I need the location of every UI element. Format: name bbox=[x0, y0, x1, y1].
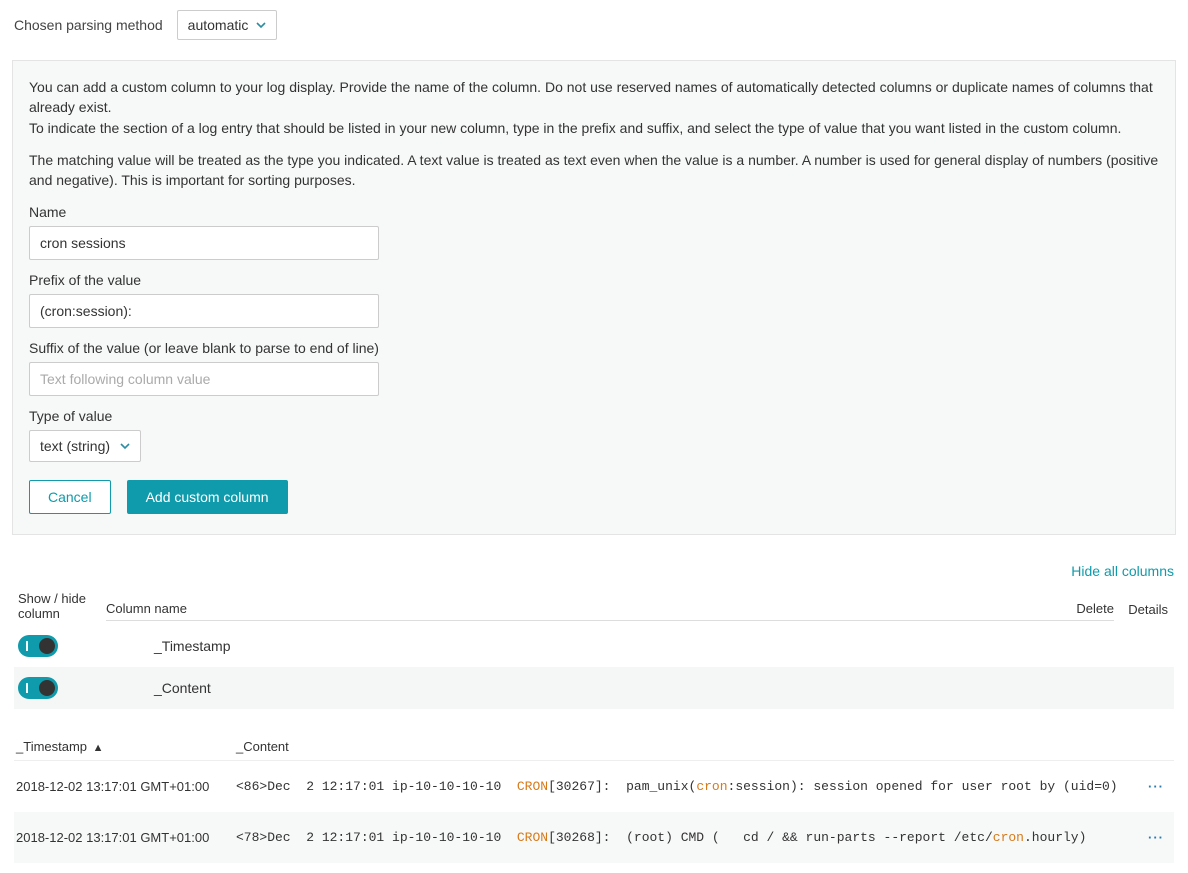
log-row: 2018-12-02 13:17:01 GMT+01:00<78>Dec 2 1… bbox=[14, 812, 1174, 863]
sort-asc-icon: ▲ bbox=[93, 742, 104, 754]
cancel-button[interactable]: Cancel bbox=[29, 480, 111, 514]
help-p2: To indicate the section of a log entry t… bbox=[29, 120, 1121, 136]
log-row-actions-icon[interactable]: ··· bbox=[1134, 779, 1174, 794]
log-header-timestamp[interactable]: _Timestamp bbox=[16, 739, 87, 754]
type-label: Type of value bbox=[29, 408, 1159, 424]
log-content: <86>Dec 2 12:17:01 ip-10-10-10-10 CRON[3… bbox=[228, 779, 1134, 794]
type-select[interactable]: text (string) bbox=[29, 430, 141, 462]
column-name: _Timestamp bbox=[106, 638, 1054, 654]
column-row: _Timestamp bbox=[14, 625, 1174, 667]
column-row: _Content bbox=[14, 667, 1174, 709]
log-timestamp: 2018-12-02 13:17:01 GMT+01:00 bbox=[14, 830, 228, 845]
help-text: You can add a custom column to your log … bbox=[29, 77, 1159, 190]
columns-header-showhide-l2: column bbox=[18, 606, 60, 621]
suffix-input[interactable] bbox=[29, 362, 379, 396]
custom-column-panel: You can add a custom column to your log … bbox=[12, 60, 1176, 535]
log-row: 2018-12-02 13:17:01 GMT+01:00<86>Dec 2 1… bbox=[14, 761, 1174, 812]
type-value: text (string) bbox=[40, 438, 110, 454]
column-visibility-toggle[interactable] bbox=[18, 635, 58, 657]
log-row-actions-icon[interactable]: ··· bbox=[1134, 830, 1174, 845]
columns-header-delete: Delete bbox=[1054, 601, 1114, 621]
log-header-content[interactable]: _Content bbox=[228, 739, 1174, 754]
name-input[interactable] bbox=[29, 226, 379, 260]
prefix-input[interactable] bbox=[29, 294, 379, 328]
prefix-label: Prefix of the value bbox=[29, 272, 1159, 288]
log-content: <78>Dec 2 12:17:01 ip-10-10-10-10 CRON[3… bbox=[228, 830, 1134, 845]
log-timestamp: 2018-12-02 13:17:01 GMT+01:00 bbox=[14, 779, 228, 794]
help-p3: The matching value will be treated as th… bbox=[29, 150, 1159, 191]
suffix-label: Suffix of the value (or leave blank to p… bbox=[29, 340, 1159, 356]
chevron-down-icon bbox=[120, 441, 130, 451]
name-label: Name bbox=[29, 204, 1159, 220]
help-p1: You can add a custom column to your log … bbox=[29, 79, 1153, 115]
columns-header-name: Column name bbox=[106, 601, 1054, 621]
parsing-method-select[interactable]: automatic bbox=[177, 10, 278, 40]
columns-header: Show / hide column Column name Delete De… bbox=[14, 585, 1174, 625]
hide-all-columns-link[interactable]: Hide all columns bbox=[1071, 563, 1174, 579]
log-header: _Timestamp ▲ _Content bbox=[14, 739, 1174, 761]
column-visibility-toggle[interactable] bbox=[18, 677, 58, 699]
parsing-method-value: automatic bbox=[188, 17, 249, 33]
chevron-down-icon bbox=[256, 20, 266, 30]
parsing-method-label: Chosen parsing method bbox=[14, 17, 163, 33]
columns-header-showhide-l1: Show / hide bbox=[18, 591, 86, 606]
add-custom-column-button[interactable]: Add custom column bbox=[127, 480, 288, 514]
columns-header-details: Details bbox=[1114, 602, 1174, 621]
column-name: _Content bbox=[106, 680, 1054, 696]
